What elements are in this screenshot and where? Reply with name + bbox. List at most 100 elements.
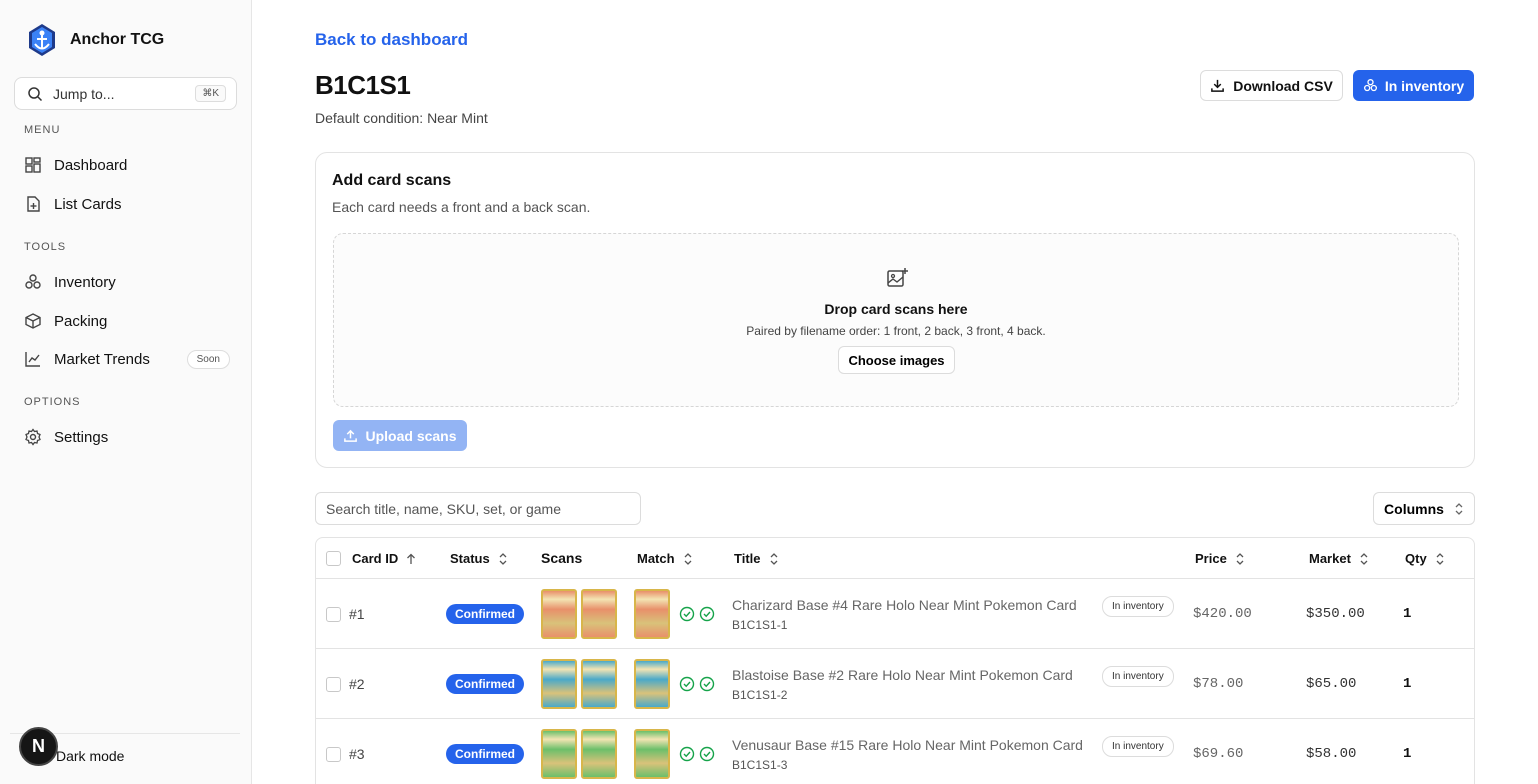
column-header-qty[interactable]: Qty (1405, 551, 1445, 566)
table-row[interactable]: #3 Confirmed Venusaur Base #15 Rare Holo… (316, 719, 1474, 784)
card-sku: B1C1S1-1 (732, 618, 788, 632)
choose-images-button[interactable]: Choose images (838, 346, 955, 374)
default-condition: Default condition: Near Mint (315, 110, 488, 126)
row-checkbox[interactable] (326, 677, 341, 692)
package-icon (25, 313, 41, 329)
column-header-match[interactable]: Match (637, 551, 693, 566)
sidebar-item-list-cards[interactable]: List Cards (24, 190, 230, 218)
column-label: Price (1195, 551, 1227, 566)
in-inventory-button[interactable]: In inventory (1353, 70, 1474, 101)
scan-front-thumbnail[interactable] (541, 729, 577, 779)
scan-dropzone[interactable]: Drop card scans here Paired by filename … (333, 233, 1459, 407)
card-price: $78.00 (1193, 676, 1244, 692)
card-title[interactable]: Venusaur Base #15 Rare Holo Near Mint Po… (732, 737, 1083, 753)
anchor-logo-icon (29, 24, 55, 56)
card-qty: 1 (1403, 606, 1412, 622)
card-title[interactable]: Blastoise Base #2 Rare Holo Near Mint Po… (732, 667, 1073, 683)
column-label: Card ID (352, 551, 399, 566)
sort-icon (684, 552, 692, 565)
column-label: Market (1309, 551, 1351, 566)
back-to-dashboard-link[interactable]: Back to dashboard (315, 30, 468, 50)
in-inventory-badge: In inventory (1102, 596, 1174, 617)
column-label: Scans (541, 550, 583, 566)
sidebar-item-packing[interactable]: Packing (24, 307, 230, 335)
check-circle-icon (679, 746, 695, 762)
soon-badge: Soon (186, 349, 230, 369)
check-circle-icon (699, 606, 715, 622)
column-label: Match (637, 551, 675, 566)
card-title[interactable]: Charizard Base #4 Rare Holo Near Mint Po… (732, 597, 1077, 613)
panel-description: Each card needs a front and a back scan. (332, 199, 591, 215)
scan-front-thumbnail[interactable] (541, 659, 577, 709)
sidebar-item-label: List Cards (54, 195, 122, 213)
scan-front-thumbnail[interactable] (541, 589, 577, 639)
upload-scans-button[interactable]: Upload scans (333, 420, 467, 451)
check-circle-icon (679, 606, 695, 622)
card-id: #2 (349, 676, 365, 692)
sidebar-item-dashboard[interactable]: Dashboard (24, 151, 230, 179)
card-market-price: $58.00 (1306, 746, 1357, 762)
row-checkbox[interactable] (326, 747, 341, 762)
column-label: Qty (1405, 551, 1427, 566)
match-thumbnail[interactable] (634, 659, 670, 709)
upload-scans-label: Upload scans (365, 427, 457, 444)
scan-back-thumbnail[interactable] (581, 589, 617, 639)
table-row[interactable]: #1 Confirmed Charizard Base #4 Rare Holo… (316, 579, 1474, 649)
image-plus-icon (887, 268, 908, 287)
sort-icon (1436, 552, 1444, 565)
sidebar-item-market-trends[interactable]: Market Trends Soon (24, 345, 230, 373)
jump-to-search[interactable]: Jump to... ⌘K (14, 77, 237, 110)
column-header-card-id[interactable]: Card ID (352, 551, 416, 566)
sidebar-item-label: Inventory (54, 273, 116, 291)
panel-title: Add card scans (332, 172, 452, 189)
sort-icon (1360, 552, 1368, 565)
table-search-input[interactable] (315, 492, 641, 525)
dark-mode-toggle[interactable]: Dark mode (56, 748, 124, 764)
search-icon (28, 86, 43, 101)
drop-title: Drop card scans here (824, 301, 968, 317)
list-cards-icon (27, 196, 40, 212)
column-header-market[interactable]: Market (1309, 551, 1369, 566)
inventory-icon (1363, 79, 1377, 92)
download-csv-label: Download CSV (1233, 77, 1333, 94)
column-header-title[interactable]: Title (734, 551, 779, 566)
column-header-status[interactable]: Status (450, 551, 508, 566)
column-header-scans: Scans (541, 550, 582, 566)
download-csv-button[interactable]: Download CSV (1200, 70, 1343, 101)
columns-label: Columns (1384, 500, 1444, 517)
match-thumbnail[interactable] (634, 589, 670, 639)
sidebar-item-inventory[interactable]: Inventory (24, 268, 230, 296)
status-badge: Confirmed (446, 604, 524, 624)
in-inventory-badge: In inventory (1102, 666, 1174, 687)
card-sku: B1C1S1-3 (732, 758, 788, 772)
match-thumbnail[interactable] (634, 729, 670, 779)
jump-to-placeholder: Jump to... (53, 85, 115, 102)
columns-button[interactable]: Columns (1373, 492, 1475, 525)
row-checkbox[interactable] (326, 607, 341, 622)
status-badge: Confirmed (446, 744, 524, 764)
sidebar-item-settings[interactable]: Settings (24, 423, 230, 451)
scan-back-thumbnail[interactable] (581, 659, 617, 709)
add-card-scans-panel: Add card scans Each card needs a front a… (315, 152, 1475, 468)
section-label-tools: TOOLS (24, 241, 67, 253)
card-market-price: $65.00 (1306, 676, 1357, 692)
sidebar-item-label: Packing (54, 312, 108, 330)
scan-back-thumbnail[interactable] (581, 729, 617, 779)
sort-icon (770, 552, 777, 565)
card-qty: 1 (1403, 746, 1412, 762)
section-label-options: OPTIONS (24, 396, 81, 408)
sort-ascending-icon (407, 553, 416, 564)
gear-icon (25, 428, 41, 446)
column-header-price[interactable]: Price (1195, 551, 1245, 566)
status-badge: Confirmed (446, 674, 524, 694)
table-row[interactable]: #2 Confirmed Blastoise Base #2 Rare Holo… (316, 649, 1474, 719)
dashboard-icon (25, 157, 41, 173)
brand[interactable]: Anchor TCG (24, 22, 164, 58)
drop-hint: Paired by filename order: 1 front, 2 bac… (746, 324, 1046, 338)
select-all-checkbox[interactable] (326, 551, 341, 566)
page-title: B1C1S1 (315, 70, 411, 100)
sort-icon (1236, 552, 1244, 565)
avatar[interactable]: N (19, 727, 58, 766)
in-inventory-label: In inventory (1384, 77, 1465, 94)
card-id: #3 (349, 746, 365, 762)
